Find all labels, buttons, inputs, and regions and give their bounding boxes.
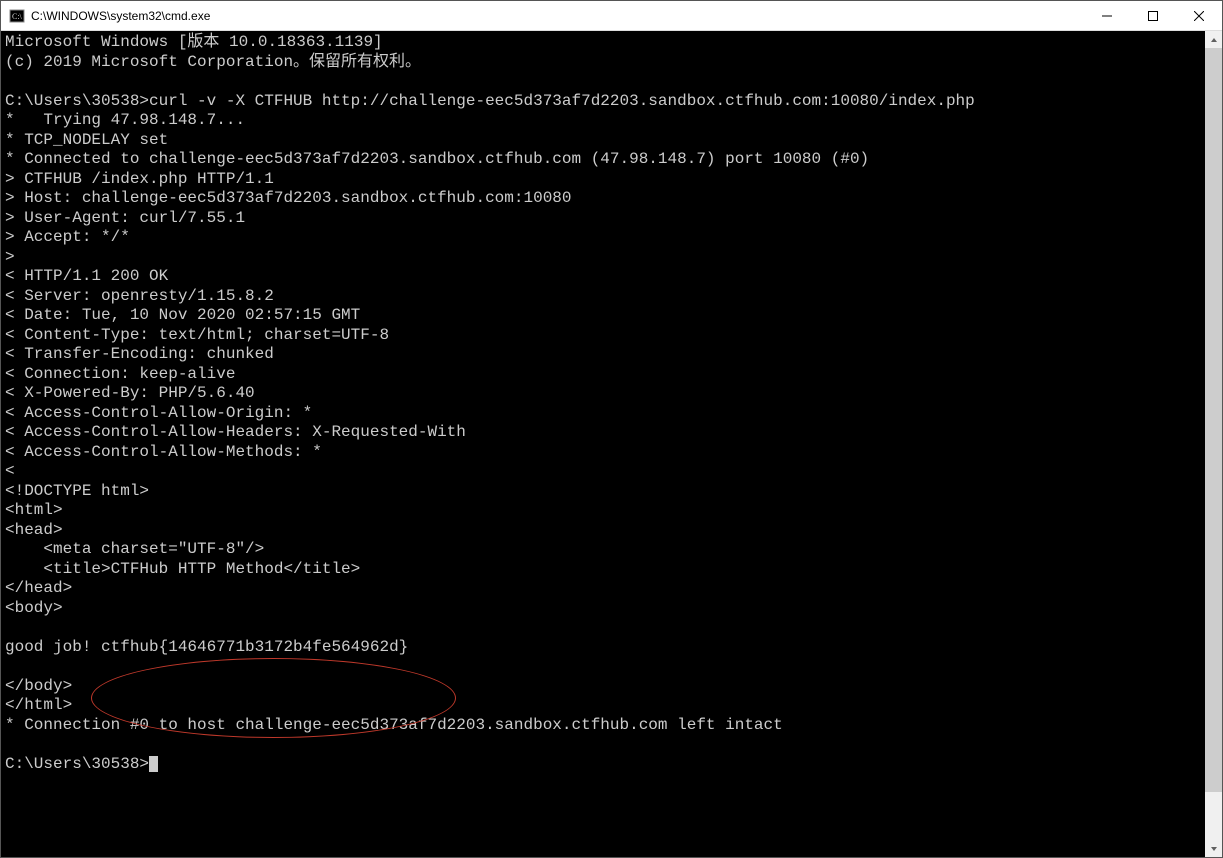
terminal-line: <body> [5,599,63,617]
close-button[interactable] [1176,1,1222,31]
scroll-down-button[interactable] [1205,840,1222,857]
terminal-line: <title>CTFHub HTTP Method</title> [5,560,360,578]
terminal-line: < Access-Control-Allow-Methods: * [5,443,322,461]
terminal-line: < X-Powered-By: PHP/5.6.40 [5,384,255,402]
terminal-line: < Server: openresty/1.15.8.2 [5,287,274,305]
terminal-line: < Transfer-Encoding: chunked [5,345,274,363]
terminal-line: > [5,248,15,266]
terminal-line: (c) 2019 Microsoft Corporation。保留所有权利。 [5,53,421,71]
terminal-line: * Connected to challenge-eec5d373af7d220… [5,150,869,168]
terminal-line: </body> [5,677,72,695]
terminal-line: > User-Agent: curl/7.55.1 [5,209,245,227]
scroll-up-button[interactable] [1205,31,1222,48]
cursor-icon [149,756,158,772]
maximize-button[interactable] [1130,1,1176,31]
terminal-line: < Access-Control-Allow-Headers: X-Reques… [5,423,466,441]
terminal-line: good job! ctfhub{14646771b3172b4fe564962… [5,638,408,656]
terminal-line: <!DOCTYPE html> [5,482,149,500]
terminal-line: > CTFHUB /index.php HTTP/1.1 [5,170,274,188]
terminal-line: C:\Users\30538>curl -v -X CTFHUB http://… [5,92,975,110]
terminal-line: < Date: Tue, 10 Nov 2020 02:57:15 GMT [5,306,360,324]
terminal-line: < Connection: keep-alive [5,365,235,383]
window-title: C:\WINDOWS\system32\cmd.exe [31,9,210,23]
scrollbar-thumb[interactable] [1205,48,1222,792]
terminal-line: * TCP_NODELAY set [5,131,168,149]
terminal-line: * Trying 47.98.148.7... [5,111,245,129]
terminal-line: > Host: challenge-eec5d373af7d2203.sandb… [5,189,572,207]
cmd-icon: C:\ [9,8,25,24]
minimize-button[interactable] [1084,1,1130,31]
terminal-line: </head> [5,579,72,597]
terminal-line: <head> [5,521,63,539]
terminal-line: > Accept: */* [5,228,130,246]
terminal-line: < [5,462,15,480]
terminal-line: </html> [5,696,72,714]
terminal-output[interactable]: Microsoft Windows [版本 10.0.18363.1139] (… [1,31,1205,857]
terminal-line: * Connection #0 to host challenge-eec5d3… [5,716,783,734]
terminal-line: <meta charset="UTF-8"/> [5,540,264,558]
vertical-scrollbar[interactable] [1205,31,1222,857]
terminal-line: <html> [5,501,63,519]
cmd-window: C:\ C:\WINDOWS\system32\cmd.exe Microsof… [0,0,1223,858]
terminal-line: < Access-Control-Allow-Origin: * [5,404,312,422]
svg-text:C:\: C:\ [12,12,23,21]
terminal-prompt: C:\Users\30538> [5,755,149,773]
terminal-line: Microsoft Windows [版本 10.0.18363.1139] [5,33,383,51]
content-area: Microsoft Windows [版本 10.0.18363.1139] (… [1,31,1222,857]
scrollbar-track[interactable] [1205,48,1222,840]
terminal-line: < HTTP/1.1 200 OK [5,267,168,285]
titlebar[interactable]: C:\ C:\WINDOWS\system32\cmd.exe [1,1,1222,31]
terminal-line: < Content-Type: text/html; charset=UTF-8 [5,326,389,344]
